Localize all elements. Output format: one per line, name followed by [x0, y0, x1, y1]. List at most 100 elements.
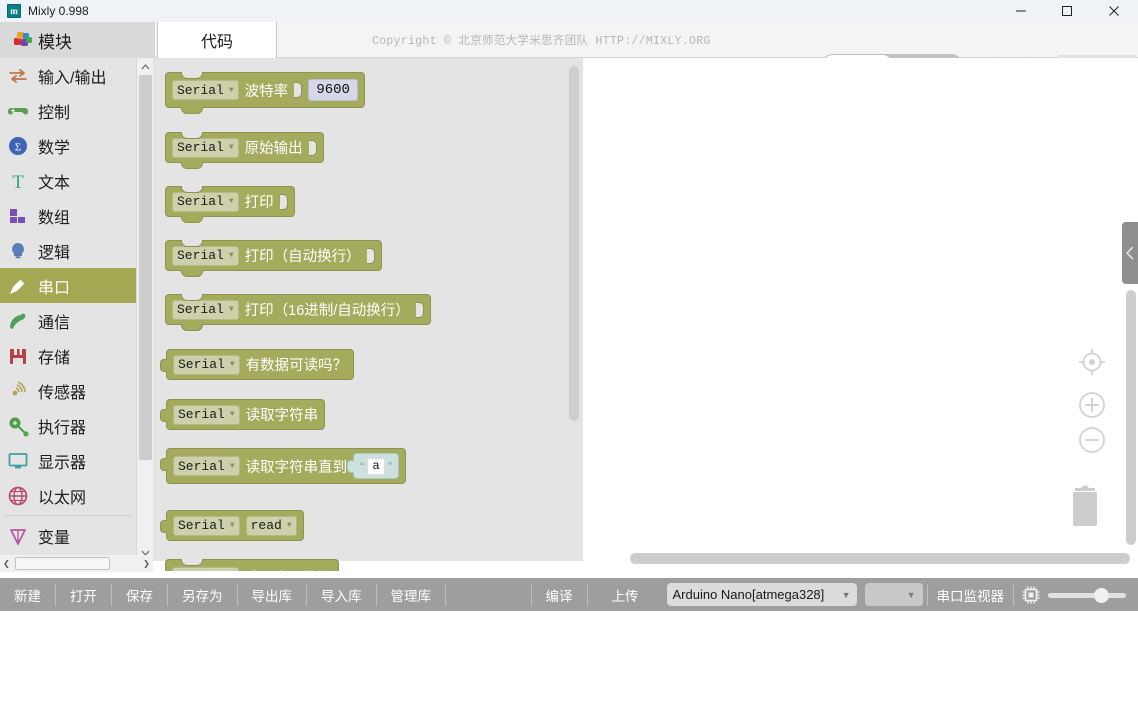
block-body[interactable]: Serial ▼ 波特率 9600 [165, 72, 366, 114]
chevron-right-icon[interactable]: ❯ [140, 559, 153, 568]
floppy-disk-icon [6, 344, 30, 368]
block-palette-flyout[interactable]: Serial ▼ 波特率 9600 Serial ▼ 原始输出 Serial ▼… [153, 58, 583, 571]
sidebar-item-sensor[interactable]: 传感器 [0, 373, 136, 408]
sidebar-item-array[interactable]: 数组 [0, 198, 136, 233]
block-body[interactable]: Serial ▼ read ▼ [160, 510, 304, 541]
block-notch-top [181, 132, 203, 139]
slider-knob[interactable] [1094, 587, 1109, 603]
block-body[interactable]: Serial ▼ 打印（自动换行） [165, 240, 382, 277]
array-blocks-icon [6, 204, 30, 228]
block-port-dropdown[interactable]: Serial ▼ [173, 404, 240, 425]
block-label: 打印（16进制/自动换行） [244, 303, 410, 319]
block-serial-read-string-until[interactable]: Serial ▼ 读取字符串直到 “ a ” [160, 448, 407, 484]
sidebar-horizontal-scrollbar[interactable]: ❮ ❯ [0, 555, 153, 572]
block-serial-read[interactable]: Serial ▼ read ▼ [160, 510, 304, 541]
block-serial-print[interactable]: Serial ▼ 打印 [165, 186, 295, 223]
minimize-icon[interactable] [998, 0, 1044, 22]
block-action-dropdown[interactable]: read ▼ [245, 515, 297, 536]
quote-close-icon: ” [387, 458, 393, 474]
flyout-scroll-thumb[interactable] [569, 66, 579, 421]
sidebar-item-logic[interactable]: 逻辑 [0, 233, 136, 268]
block-body[interactable]: Serial ▼ 打印 [165, 186, 295, 223]
zoom-in-icon[interactable] [1076, 389, 1108, 421]
new-button[interactable]: 新建 [0, 578, 55, 611]
board-select[interactable]: Arduino Nano[atmega328] ▼ [666, 583, 857, 606]
block-number-field[interactable]: 9600 [308, 79, 359, 101]
tab-code[interactable]: 代码 [157, 22, 277, 58]
block-port-dropdown[interactable]: Serial ▼ [172, 567, 239, 571]
block-port-dropdown[interactable]: Serial ▼ [173, 515, 240, 536]
sidebar-item-math[interactable]: Σ 数学 [0, 128, 136, 163]
block-body[interactable]: Serial ▼ 读取字符串 [160, 399, 326, 430]
sidebar-item-label: 传感器 [38, 384, 87, 402]
block-string-field[interactable]: a [367, 457, 385, 475]
chevron-left-icon[interactable]: ❮ [0, 559, 13, 568]
save-button[interactable]: 保存 [112, 578, 167, 611]
chevron-down-icon: ▼ [229, 521, 235, 530]
flyout-scrollbar[interactable] [566, 58, 582, 561]
close-icon[interactable] [1090, 0, 1138, 22]
maximize-icon[interactable] [1044, 0, 1090, 22]
sidebar-item-text[interactable]: T 文本 [0, 163, 136, 198]
block-serial-println[interactable]: Serial ▼ 打印（自动换行） [165, 240, 382, 277]
block-body[interactable]: Serial ▼ 打印（16进制/自动换行） [165, 294, 431, 331]
block-port-dropdown[interactable]: Serial ▼ [172, 245, 239, 266]
sidebar-item-ethernet[interactable]: 以太网 [0, 478, 136, 513]
export-library-button[interactable]: 导出库 [238, 578, 307, 611]
sidebar-vertical-scrollbar[interactable] [136, 58, 154, 561]
sidebar-item-communication[interactable]: 通信 [0, 303, 136, 338]
font-size-slider[interactable] [1048, 585, 1126, 605]
port-select[interactable]: ▼ [864, 583, 923, 606]
open-button[interactable]: 打开 [56, 578, 111, 611]
block-serial-read-data-clipped[interactable]: Serial ▼ 读取串口数据 [165, 559, 339, 571]
block-serial-print-hex[interactable]: Serial ▼ 打印（16进制/自动换行） [165, 294, 431, 331]
quote-open-icon: “ [360, 458, 365, 474]
sidebar-item-actuator[interactable]: 执行器 [0, 408, 136, 443]
category-sidebar[interactable]: 输入/输出 控制 Σ 数学 T 文本 数组 逻辑 串口 通信 存储 传感器 执行… [0, 58, 136, 561]
sidebar-item-variable[interactable]: 变量 [0, 518, 136, 553]
block-serial-raw-output[interactable]: Serial ▼ 原始输出 [165, 132, 324, 169]
text-t-icon: T [6, 169, 30, 193]
sidebar-item-label: 显示器 [38, 454, 87, 472]
sidebar-item-display[interactable]: 显示器 [0, 443, 136, 478]
sidebar-item-storage[interactable]: 存储 [0, 338, 136, 373]
manage-library-button[interactable]: 管理库 [377, 578, 446, 611]
block-body[interactable]: Serial ▼ 读取字符串直到 “ a ” [160, 448, 407, 484]
upload-button[interactable]: 上传 [588, 578, 663, 611]
zoom-out-icon[interactable] [1076, 424, 1108, 456]
block-port-value: Serial [177, 194, 224, 209]
block-serial-available[interactable]: Serial ▼ 有数据可读吗？ [160, 349, 355, 380]
serial-plug-icon [6, 274, 30, 298]
block-port-dropdown[interactable]: Serial ▼ [172, 80, 239, 100]
sidebar-item-serial[interactable]: 串口 [0, 268, 136, 303]
tab-modules[interactable]: 模块 [0, 22, 155, 58]
sidebar-item-io[interactable]: 输入/输出 [0, 58, 136, 93]
block-port-dropdown[interactable]: Serial ▼ [173, 456, 240, 476]
block-port-dropdown[interactable]: Serial ▼ [173, 354, 240, 375]
workspace-vertical-scrollbar[interactable] [1126, 290, 1136, 545]
block-body[interactable]: Serial ▼ 读取串口数据 [165, 559, 339, 571]
block-string-literal[interactable]: “ a ” [347, 453, 400, 479]
sidebar-hscroll-track[interactable] [13, 557, 140, 570]
sidebar-item-control[interactable]: 控制 [0, 93, 136, 128]
sidebar-scroll-thumb[interactable] [139, 75, 152, 460]
block-serial-read-string[interactable]: Serial ▼ 读取字符串 [160, 399, 326, 430]
chevron-up-icon[interactable] [137, 58, 154, 75]
trash-icon[interactable] [1062, 480, 1108, 532]
chip-icon[interactable] [1020, 584, 1042, 606]
workspace-horizontal-scrollbar[interactable] [630, 553, 1130, 564]
block-port-dropdown[interactable]: Serial ▼ [172, 191, 239, 212]
sidebar-hscroll-thumb[interactable] [15, 557, 110, 570]
zoom-center-icon[interactable] [1076, 346, 1108, 378]
compile-button[interactable]: 编译 [532, 578, 587, 611]
panel-collapse-toggle[interactable] [1122, 222, 1138, 284]
block-body[interactable]: Serial ▼ 原始输出 [165, 132, 324, 169]
block-serial-baudrate[interactable]: Serial ▼ 波特率 9600 [165, 72, 366, 114]
block-port-dropdown[interactable]: Serial ▼ [172, 137, 239, 158]
save-as-button[interactable]: 另存为 [168, 578, 237, 611]
serial-monitor-button[interactable]: 串口监视器 [928, 578, 1014, 611]
block-port-dropdown[interactable]: Serial ▼ [172, 299, 239, 320]
import-library-button[interactable]: 导入库 [307, 578, 376, 611]
blockly-workspace[interactable] [583, 58, 1138, 561]
block-body[interactable]: Serial ▼ 有数据可读吗？ [160, 349, 355, 380]
